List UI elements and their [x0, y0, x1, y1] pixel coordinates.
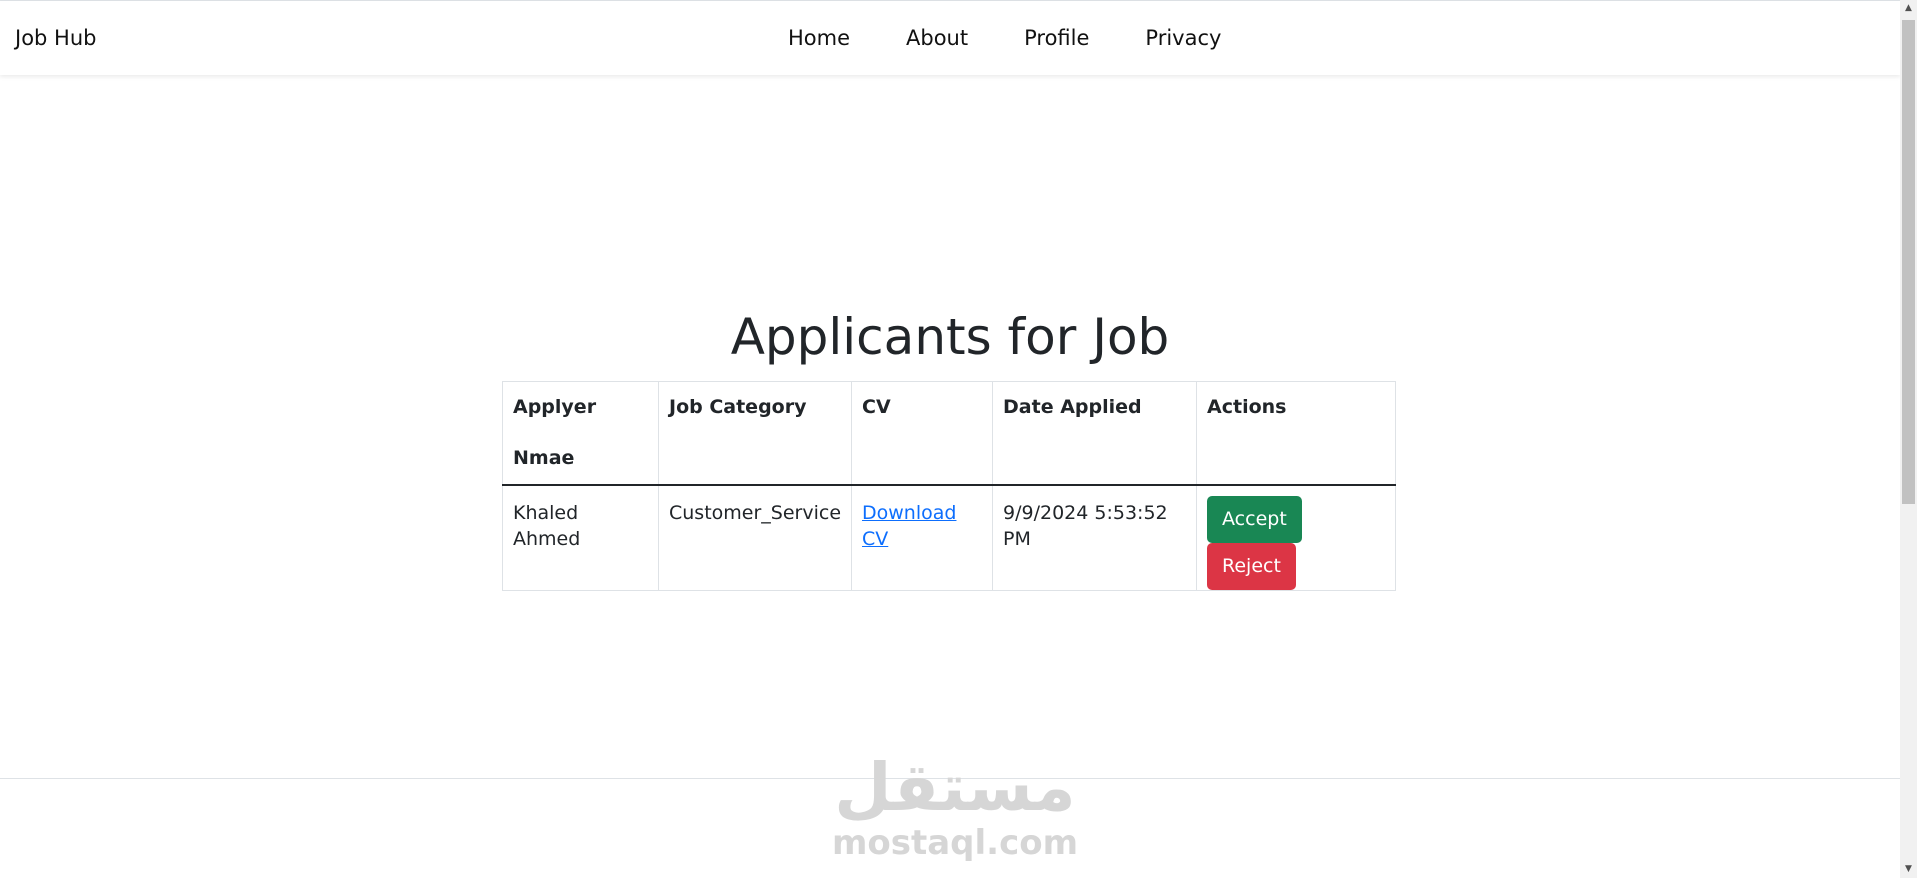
vertical-scrollbar[interactable]: ▲ ▼: [1900, 0, 1917, 878]
mostaql-watermark: مستقل mostaql.com: [830, 749, 1080, 863]
nav-home[interactable]: Home: [760, 1, 878, 75]
table-header-row: Applyer Nmae Job Category CV Date Applie…: [502, 381, 1396, 486]
watermark-arabic: مستقل: [834, 749, 1076, 826]
cell-job-category: Customer_Service: [657, 484, 853, 591]
brand-link[interactable]: Job Hub: [15, 1, 96, 75]
scrollbar-thumb[interactable]: [1902, 20, 1915, 504]
page-title: Applicants for Job: [730, 308, 1170, 366]
navbar: Job Hub Home About Profile Privacy: [0, 1, 1900, 75]
header-applyer-name: Applyer Nmae: [502, 381, 659, 486]
watermark-latin: mostaql.com: [831, 823, 1079, 863]
scroll-up-arrow-icon[interactable]: ▲: [1900, 0, 1917, 17]
header-job-category: Job Category: [657, 381, 853, 486]
cell-actions: AcceptReject: [1196, 484, 1396, 591]
nav-about[interactable]: About: [878, 1, 996, 75]
nav-profile[interactable]: Profile: [996, 1, 1117, 75]
download-cv-link[interactable]: Download CV: [862, 502, 956, 550]
applicants-table: Applyer Nmae Job Category CV Date Applie…: [502, 381, 1396, 591]
cell-cv: Download CV: [851, 484, 994, 591]
cell-date-applied: 9/9/2024 5:53:52 PM: [992, 484, 1198, 591]
table-row: Khaled Ahmed Customer_Service Download C…: [502, 484, 1396, 591]
scroll-down-arrow-icon[interactable]: ▼: [1900, 861, 1917, 878]
reject-button[interactable]: Reject: [1207, 543, 1296, 590]
header-actions: Actions: [1196, 381, 1396, 486]
header-date-applied: Date Applied: [992, 381, 1198, 486]
nav-links: Home About Profile Privacy: [760, 1, 1249, 75]
accept-button[interactable]: Accept: [1207, 496, 1302, 543]
cell-applicant-name: Khaled Ahmed: [502, 484, 659, 591]
header-cv: CV: [851, 381, 994, 486]
nav-privacy[interactable]: Privacy: [1117, 1, 1249, 75]
